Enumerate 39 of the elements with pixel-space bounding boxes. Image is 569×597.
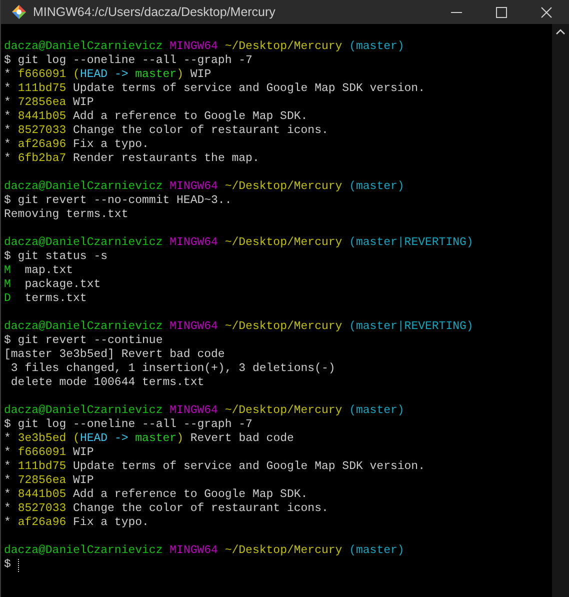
terminal-line: * 8527033 Change the color of restaurant icons. (4, 124, 328, 138)
maximize-icon (496, 6, 507, 18)
terminal-line: * 72856ea WIP (4, 474, 94, 488)
terminal-line: $ git revert --continue (4, 334, 163, 348)
terminal-line: Removing terms.txt (4, 208, 128, 222)
terminal-line: * 6fb2ba7 Render restaurants the map. (4, 152, 260, 166)
terminal-line: * 3e3b5ed (HEAD -> master) Revert bad code (4, 432, 294, 446)
terminal-line: M map.txt (4, 264, 74, 278)
window-title: MINGW64:/c/Users/dacza/Desktop/Mercury (33, 4, 276, 21)
terminal-line: dacza@DanielCzarnievicz MINGW64 ~/Desktop/Mercury (master|REVERTING) (4, 320, 474, 334)
terminal-line: * 8441b05 Add a reference to Google Map SDK. (4, 110, 308, 124)
terminal-line: * 8527033 Change the color of restaurant icons. (4, 502, 328, 516)
terminal-line: * af26a96 Fix a typo. (4, 516, 149, 530)
terminal-line: dacza@DanielCzarnievicz MINGW64 ~/Desktop/Mercury (master|REVERTING) (4, 236, 474, 250)
close-icon (541, 6, 552, 18)
terminal-line: dacza@DanielCzarnievicz MINGW64 ~/Desktop/Mercury (master) (4, 404, 404, 418)
scroll-up-icon[interactable] (556, 29, 565, 35)
terminal-line: M package.txt (4, 278, 101, 292)
terminal-line: $ git status -s (4, 250, 108, 264)
terminal-line: $ git log --oneline --all --graph -7 (4, 418, 252, 432)
scrollbar[interactable] (552, 24, 569, 597)
terminal-line: dacza@DanielCzarnievicz MINGW64 ~/Desktop/Mercury (master) (4, 180, 404, 194)
terminal-line: delete mode 100644 terms.txt (10, 376, 204, 390)
terminal-line: dacza@DanielCzarnievicz MINGW64 ~/Desktop/Mercury (master) (4, 544, 404, 558)
terminal-line: * f666091 (HEAD -> master) WIP (4, 68, 212, 82)
terminal-line: dacza@DanielCzarnievicz MINGW64 ~/Desktop/Mercury (master) (4, 40, 404, 54)
terminal-line: $ (4, 558, 11, 572)
app-icon (11, 4, 27, 20)
terminal-line: [master 3e3b5ed] Revert bad code (4, 348, 225, 362)
terminal-line: * 72856ea WIP (4, 96, 94, 110)
terminal-line: * 8441b05 Add a reference to Google Map SDK. (4, 488, 308, 502)
terminal-line: 3 files changed, 1 insertion(+), 3 deletions(-) (10, 362, 336, 376)
terminal-line: * af26a96 Fix a typo. (4, 138, 149, 152)
terminal-line: $ git revert --no-commit HEAD~3.. (4, 194, 232, 208)
terminal-line: * 111bd75 Update terms of service and Google Map SDK version. (4, 460, 425, 474)
terminal-line: D terms.txt (4, 292, 87, 306)
terminal-line: $ git log --oneline --all --graph -7 (4, 54, 252, 68)
terminal-line: * f666091 WIP (4, 446, 94, 460)
terminal-line: * 111bd75 Update terms of service and Google Map SDK version. (4, 82, 425, 96)
